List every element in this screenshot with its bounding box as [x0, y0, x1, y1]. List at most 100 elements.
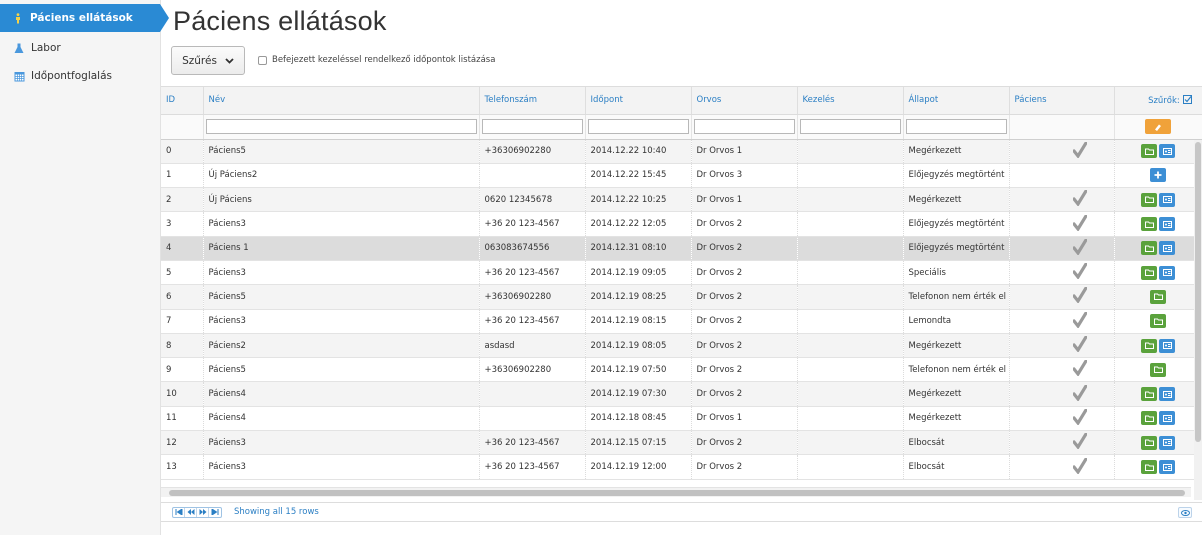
checkmark-icon: [1037, 213, 1088, 234]
treatment-cell: [797, 211, 904, 237]
patient-check-cell: [1009, 381, 1115, 407]
folder-icon[interactable]: [1141, 265, 1157, 280]
table-row[interactable]: 13 Páciens3 +36 20 123-4567 2014.12.19 12:0…: [161, 454, 1202, 480]
filters-label: Szűrők:: [1148, 95, 1180, 106]
folder-icon[interactable]: [1150, 289, 1166, 304]
column-header-phone[interactable]: Telefonszám: [479, 87, 586, 115]
phone-filter-input[interactable]: [481, 119, 583, 134]
doctor-filter-input[interactable]: [693, 119, 795, 134]
column-header-id[interactable]: ID: [161, 87, 204, 115]
phone-cell: asdasd: [479, 333, 586, 359]
time-cell: 2014.12.19 08:15: [585, 309, 692, 334]
column-header-name[interactable]: Név: [203, 87, 480, 115]
appointments-table: ID Név Telefonszám Időpont Orvos Kezelés…: [161, 86, 1202, 501]
table-row[interactable]: 6 Páciens5 +36306902280 2014.12.19 08:25 Dr …: [161, 284, 1202, 310]
name-cell: Új Páciens2: [203, 163, 480, 189]
id-card-icon[interactable]: [1159, 460, 1175, 474]
treatment-cell: [797, 430, 904, 456]
actions-cell: [1114, 163, 1202, 189]
folder-icon[interactable]: [1141, 217, 1157, 232]
folder-icon[interactable]: [1141, 338, 1157, 353]
table-row[interactable]: 9 Páciens5 +36306902280 2014.12.19 07:50 Dr …: [161, 357, 1202, 383]
id-card-icon[interactable]: [1159, 144, 1175, 159]
eye-icon[interactable]: [1178, 507, 1192, 518]
phone-cell: +36 20 123-4567: [479, 454, 586, 480]
id-card-icon[interactable]: [1159, 338, 1175, 353]
table-row[interactable]: 12 Páciens3 +36 20 123-4567 2014.12.15 07:1…: [161, 430, 1202, 456]
table-row[interactable]: 11 Páciens4 2014.12.18 08:45 Dr Orvos 1 Megé…: [161, 406, 1202, 432]
table-row[interactable]: 0 Páciens5 +36306902280 2014.12.22 10:40 Dr …: [161, 139, 1202, 164]
doctor-cell: Dr Orvos 2: [691, 333, 798, 359]
filter-button[interactable]: Szűrés: [171, 46, 245, 75]
folder-icon[interactable]: [1141, 435, 1157, 450]
folder-icon[interactable]: [1141, 192, 1157, 207]
folder-icon[interactable]: [1141, 241, 1157, 256]
folder-icon[interactable]: [1141, 387, 1157, 402]
folder-icon[interactable]: [1141, 411, 1157, 426]
id-card-icon[interactable]: [1159, 192, 1175, 207]
status-cell: Megérkezett: [903, 406, 1010, 432]
column-header-status[interactable]: Állapot: [903, 87, 1010, 115]
folder-icon[interactable]: [1150, 362, 1166, 377]
table-row[interactable]: 3 Páciens3 +36 20 123-4567 2014.12.22 12:05…: [161, 211, 1202, 237]
table-row[interactable]: 10 Páciens4 2014.12.19 07:30 Dr Orvos 2 Megé…: [161, 381, 1202, 407]
column-header-time[interactable]: Időpont: [585, 87, 692, 115]
previous-page-icon[interactable]: [185, 507, 197, 517]
table-row[interactable]: 7 Páciens3 +36 20 123-4567 2014.12.19 08:15…: [161, 309, 1202, 334]
time-filter-input[interactable]: [587, 119, 689, 134]
table-row[interactable]: 5 Páciens3 +36 20 123-4567 2014.12.19 09:05…: [161, 260, 1202, 286]
id-cell: 6: [161, 284, 204, 310]
id-card-icon[interactable]: [1159, 265, 1175, 280]
vertical-scroll-thumb[interactable]: [1195, 142, 1201, 442]
column-header-doctor[interactable]: Orvos: [691, 87, 798, 115]
actions-cell: [1114, 284, 1202, 310]
status-filter-input[interactable]: [905, 119, 1007, 134]
phone-cell: +36 20 123-4567: [479, 309, 586, 334]
id-card-icon[interactable]: [1159, 387, 1175, 402]
name-cell: Páciens4: [203, 381, 480, 407]
vertical-scrollbar[interactable]: [1194, 140, 1202, 500]
sidebar-item-labor[interactable]: Labor: [0, 36, 160, 60]
status-cell: Telefonon nem érték el: [903, 357, 1010, 383]
sidebar-item-paciens-ellatasok[interactable]: Páciens ellátások: [0, 4, 169, 32]
folder-icon[interactable]: [1150, 314, 1166, 329]
doctor-cell: Dr Orvos 1: [691, 406, 798, 432]
actions-cell: [1114, 430, 1202, 456]
column-header-filters[interactable]: Szűrők:: [1114, 87, 1202, 115]
sidebar-item-idopontfoglalas[interactable]: Időpontfoglalás: [0, 64, 160, 88]
doctor-cell: Dr Orvos 2: [691, 260, 798, 286]
table-row[interactable]: 1 Új Páciens2 2014.12.22 15:45 Dr Orvos 3 El…: [161, 163, 1202, 189]
table-footer: Showing all 15 rows: [161, 502, 1202, 522]
plus-icon[interactable]: [1150, 168, 1166, 183]
column-header-treatment[interactable]: Kezelés: [797, 87, 904, 115]
flask-icon: [13, 42, 25, 54]
id-cell: 7: [161, 309, 204, 334]
name-filter-input[interactable]: [205, 119, 477, 134]
table-row[interactable]: 8 Páciens2 asdasd 2014.12.19 08:05 Dr Orvos …: [161, 333, 1202, 359]
first-page-icon[interactable]: [173, 507, 185, 517]
doctor-cell: Dr Orvos 1: [691, 187, 798, 213]
status-cell: Megérkezett: [903, 139, 1010, 164]
horizontal-scrollbar[interactable]: [161, 487, 1191, 497]
patient-check-cell: [1009, 163, 1115, 189]
id-card-icon[interactable]: [1159, 435, 1175, 450]
checkmark-icon: [1037, 141, 1088, 161]
horizontal-scroll-thumb[interactable]: [169, 490, 1185, 496]
phone-cell: +36306902280: [479, 139, 586, 164]
last-page-icon[interactable]: [209, 508, 221, 517]
id-card-icon[interactable]: [1159, 217, 1175, 232]
phone-cell: 063083674556: [479, 236, 586, 261]
id-card-icon[interactable]: [1159, 411, 1175, 426]
completed-checkbox[interactable]: [258, 55, 267, 65]
clear-filters-button[interactable]: [1145, 119, 1171, 134]
column-header-patient[interactable]: Páciens: [1009, 87, 1115, 115]
treatment-filter-input[interactable]: [799, 119, 901, 134]
id-card-icon[interactable]: [1159, 241, 1175, 256]
completed-filter[interactable]: Befejezett kezeléssel rendelkező időpont…: [258, 55, 495, 65]
folder-icon[interactable]: [1141, 144, 1157, 159]
table-row[interactable]: 4 Páciens 1 063083674556 2014.12.31 08:10 Dr…: [161, 236, 1202, 261]
checkmark-icon: [1037, 359, 1088, 379]
folder-icon[interactable]: [1141, 460, 1157, 474]
table-row[interactable]: 2 Új Páciens 0620 12345678 2014.12.22 10:25…: [161, 187, 1202, 213]
next-page-icon[interactable]: [197, 507, 209, 517]
